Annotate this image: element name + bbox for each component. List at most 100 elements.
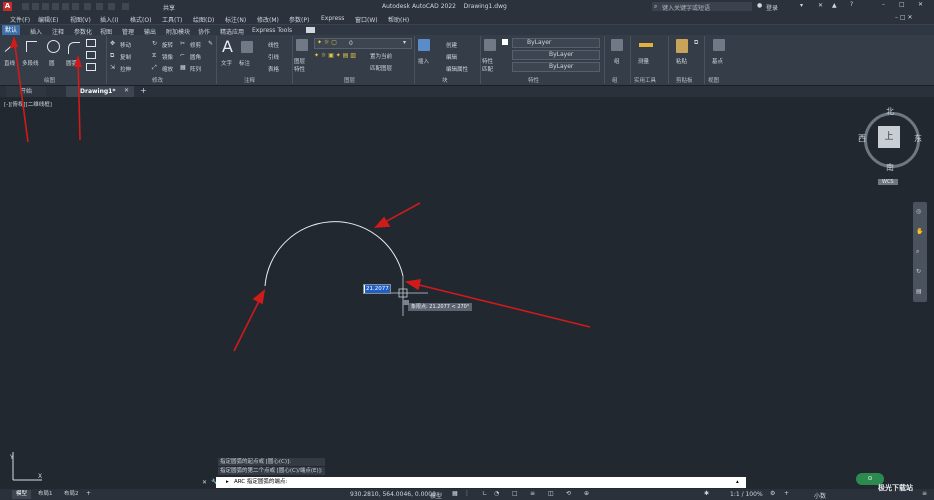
transparency-icon[interactable]: ◫: [548, 490, 554, 497]
panel-layers-title[interactable]: 图层: [344, 76, 355, 84]
viewcube-west[interactable]: 西: [858, 133, 866, 144]
move-button[interactable]: 移动: [120, 41, 131, 49]
table-button[interactable]: 表格: [268, 65, 279, 73]
grid-icon[interactable]: ▦: [452, 490, 458, 497]
group-tool[interactable]: 组: [608, 37, 626, 71]
menu-insert[interactable]: 插入(I): [100, 15, 118, 24]
dynamic-input-field[interactable]: 21.2077: [363, 284, 391, 294]
panel-draw-title[interactable]: 绘图: [44, 76, 55, 84]
panel-clipboard-title[interactable]: 剪贴板: [676, 76, 693, 84]
fillet-button[interactable]: 圆角: [190, 53, 201, 61]
layout-tab-2[interactable]: 布局2: [60, 490, 83, 499]
make-current-button[interactable]: 置为当前: [370, 52, 392, 60]
measure-tool[interactable]: 测量: [636, 37, 658, 71]
panel-annotation-title[interactable]: 注释: [244, 76, 255, 84]
save-icon[interactable]: [42, 3, 49, 10]
hatch-icon[interactable]: [86, 51, 96, 59]
array-button[interactable]: 阵列: [190, 65, 201, 73]
plot-icon[interactable]: [84, 3, 91, 10]
panel-groups-title[interactable]: 组: [612, 76, 618, 84]
units-button[interactable]: 小数: [814, 491, 826, 500]
osnap-icon[interactable]: □: [512, 490, 518, 497]
maximize-icon[interactable]: □: [899, 1, 905, 8]
viewcube-north[interactable]: 北: [886, 106, 894, 117]
web-save-icon[interactable]: [72, 3, 79, 10]
app-menu-icon[interactable]: A: [3, 2, 12, 11]
open-icon[interactable]: [32, 3, 39, 10]
steering-wheel-icon[interactable]: ◎: [916, 208, 921, 215]
saveas-icon[interactable]: [52, 3, 59, 10]
plus-icon[interactable]: +: [784, 490, 789, 497]
insert-block-tool[interactable]: 插入: [416, 37, 432, 71]
drawing-canvas[interactable]: [0, 97, 934, 477]
exchange-icon[interactable]: ✕: [818, 2, 823, 9]
model-space-button[interactable]: 模型: [430, 491, 442, 500]
undo-icon[interactable]: [96, 3, 103, 10]
selection-cycling-icon[interactable]: ⟲: [566, 490, 571, 497]
trim-button[interactable]: 修剪: [190, 41, 201, 49]
arc-tool[interactable]: 圆弧: [66, 39, 82, 69]
edit-block-button[interactable]: 编辑: [446, 53, 457, 61]
menu-edit[interactable]: 编辑(E): [38, 15, 58, 24]
help-icon[interactable]: ?: [850, 1, 853, 8]
layout-tab-model[interactable]: 模型: [12, 490, 32, 499]
panel-view-title[interactable]: 视图: [708, 76, 719, 84]
viewcube-top-face[interactable]: 上: [878, 126, 900, 148]
share-label[interactable]: 共享: [163, 3, 175, 12]
dimension-tool[interactable]: 标注: [238, 37, 256, 69]
snap-icon[interactable]: ⋮: [464, 490, 470, 497]
layer-dropdown[interactable]: ✦ ☼ ▢ 0 ▾: [314, 38, 412, 49]
copy-button[interactable]: 复制: [120, 53, 131, 61]
layer-tools-icons[interactable]: ✦ ☼ ▣ ✦ ▤ ▥: [314, 52, 356, 59]
3d-osnap-icon[interactable]: ⊕: [584, 490, 589, 497]
new-icon[interactable]: [22, 3, 29, 10]
minimize-icon[interactable]: –: [882, 1, 885, 8]
polyline-tool[interactable]: 多段线: [22, 39, 44, 69]
circle-tool[interactable]: 圆: [46, 39, 62, 69]
menu-draw[interactable]: 绘图(D): [193, 15, 214, 24]
annotation-scale-value[interactable]: 1:1 / 100%: [730, 491, 763, 498]
close-tab-icon[interactable]: ✕: [124, 87, 129, 94]
add-layout-icon[interactable]: +: [86, 490, 91, 497]
lineweight-dropdown[interactable]: ByLayer: [512, 62, 600, 72]
command-history-icon[interactable]: ▴: [736, 477, 739, 488]
cart-icon[interactable]: ▾: [800, 2, 803, 9]
menu-dimension[interactable]: 标注(N): [225, 15, 246, 24]
menu-express[interactable]: Express: [321, 15, 344, 22]
rotate-button[interactable]: 旋转: [162, 41, 173, 49]
search-box[interactable]: ⌕ 键入关键字或短语: [652, 2, 752, 12]
settings-gear-icon[interactable]: ⚙: [770, 490, 775, 497]
line-tool[interactable]: 直线: [4, 39, 18, 69]
command-line-input[interactable]: ▸ ARC 指定圆弧的端点: ▴: [216, 477, 746, 488]
linear-button[interactable]: 线性: [268, 41, 279, 49]
coordinates-readout[interactable]: 930.2810, 564.0046, 0.0000: [350, 491, 436, 498]
new-tab-icon[interactable]: +: [140, 86, 147, 95]
ortho-icon[interactable]: ∟: [482, 490, 487, 497]
lineweight-icon[interactable]: ≡: [530, 490, 535, 497]
linetype-dropdown[interactable]: ByLayer: [512, 50, 600, 60]
polar-icon[interactable]: ◔: [494, 490, 499, 497]
panel-properties-title[interactable]: 特性: [528, 76, 539, 84]
leader-button[interactable]: 引线: [268, 53, 279, 61]
base-view-tool[interactable]: 基点: [710, 37, 730, 71]
wcs-dropdown[interactable]: WCS: [878, 179, 898, 185]
login-link[interactable]: 登录: [766, 3, 778, 12]
menu-view[interactable]: 视图(V): [70, 15, 91, 24]
viewcube-south[interactable]: 南: [886, 162, 894, 173]
boundary-icon[interactable]: [86, 63, 96, 71]
close-icon[interactable]: ✕: [918, 1, 923, 8]
rectangle-icon[interactable]: [86, 39, 96, 47]
match-properties-tool[interactable]: 特性匹配: [482, 37, 498, 73]
viewcube-east[interactable]: 东: [914, 133, 922, 144]
web-open-icon[interactable]: [62, 3, 69, 10]
erase-icon[interactable]: ✎: [208, 40, 213, 47]
redo-icon[interactable]: [108, 3, 115, 10]
share-icon[interactable]: [122, 3, 129, 10]
match-layer-button[interactable]: 匹配图层: [370, 64, 392, 72]
layout-tab-1[interactable]: 布局1: [34, 490, 57, 499]
menu-file[interactable]: 文件(F): [10, 15, 30, 24]
account-icon[interactable]: ▲: [832, 2, 837, 9]
annotation-scale-icon[interactable]: ✱: [704, 490, 709, 497]
orbit-icon[interactable]: ↻: [916, 268, 921, 275]
user-icon[interactable]: ●: [757, 2, 762, 9]
